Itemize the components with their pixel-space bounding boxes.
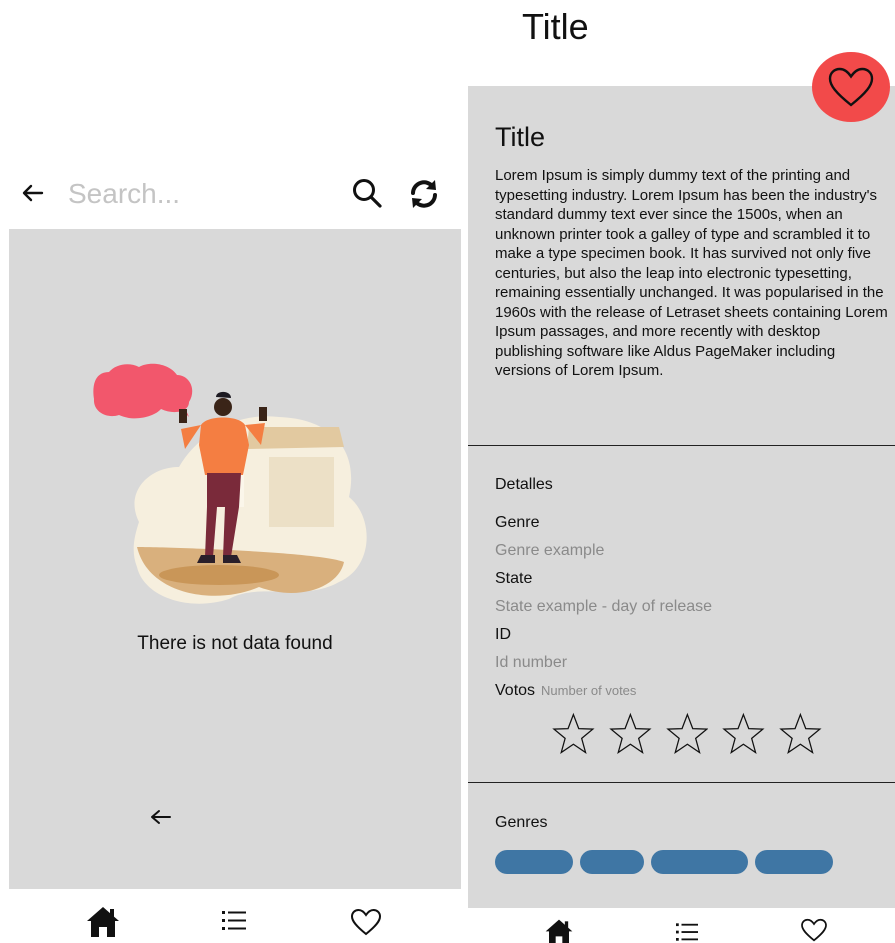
heart-icon[interactable] <box>800 918 828 942</box>
votes-value: Number of votes <box>541 683 637 698</box>
divider <box>468 782 895 783</box>
state-value: State example - day of release <box>495 598 713 615</box>
star-icon[interactable] <box>609 712 652 756</box>
detail-panel: Title Lorem Ipsum is simply dummy text o… <box>468 86 895 908</box>
star-icon[interactable] <box>552 712 595 756</box>
list-icon[interactable] <box>676 922 698 943</box>
results-panel: There is not data found <box>9 229 461 889</box>
votes-label: Votos <box>495 682 536 699</box>
detail-title: Title <box>495 122 546 152</box>
detail-description: Lorem Ipsum is simply dummy text of the … <box>495 167 888 379</box>
genre-chips <box>495 850 833 874</box>
genre-label: Genre <box>495 514 540 531</box>
id-value: Id number <box>495 654 568 671</box>
genre-chip[interactable] <box>755 850 833 874</box>
heart-icon <box>828 67 874 107</box>
favorite-button[interactable] <box>812 52 890 122</box>
genres-heading: Genres <box>495 814 548 831</box>
votes-row: Votos Number of votes <box>495 682 636 700</box>
page-title: Title <box>522 6 589 47</box>
home-icon[interactable] <box>86 904 120 938</box>
id-label: ID <box>495 626 511 643</box>
search-bar <box>0 168 460 220</box>
genre-chip[interactable] <box>495 850 573 874</box>
bottom-nav <box>0 900 460 943</box>
genre-chip[interactable] <box>580 850 644 874</box>
refresh-icon[interactable] <box>406 176 442 212</box>
empty-state-illustration <box>93 363 367 604</box>
genre-chip[interactable] <box>651 850 748 874</box>
home-icon[interactable] <box>544 918 574 943</box>
star-icon[interactable] <box>779 712 822 756</box>
star-icon[interactable] <box>665 712 709 756</box>
empty-state-message: There is not data found <box>137 633 333 654</box>
heart-icon[interactable] <box>350 908 382 936</box>
rating-stars[interactable] <box>552 712 822 758</box>
genre-value: Genre example <box>495 542 605 559</box>
state-label: State <box>495 570 533 587</box>
search-icon[interactable] <box>350 176 384 210</box>
details-heading: Detalles <box>495 476 553 493</box>
bottom-nav <box>468 912 895 943</box>
back-arrow-icon[interactable] <box>20 180 46 206</box>
list-icon[interactable] <box>222 910 246 932</box>
divider <box>468 445 895 446</box>
star-icon[interactable] <box>722 712 765 756</box>
back-arrow-icon[interactable] <box>149 807 173 827</box>
search-input[interactable] <box>68 174 328 214</box>
